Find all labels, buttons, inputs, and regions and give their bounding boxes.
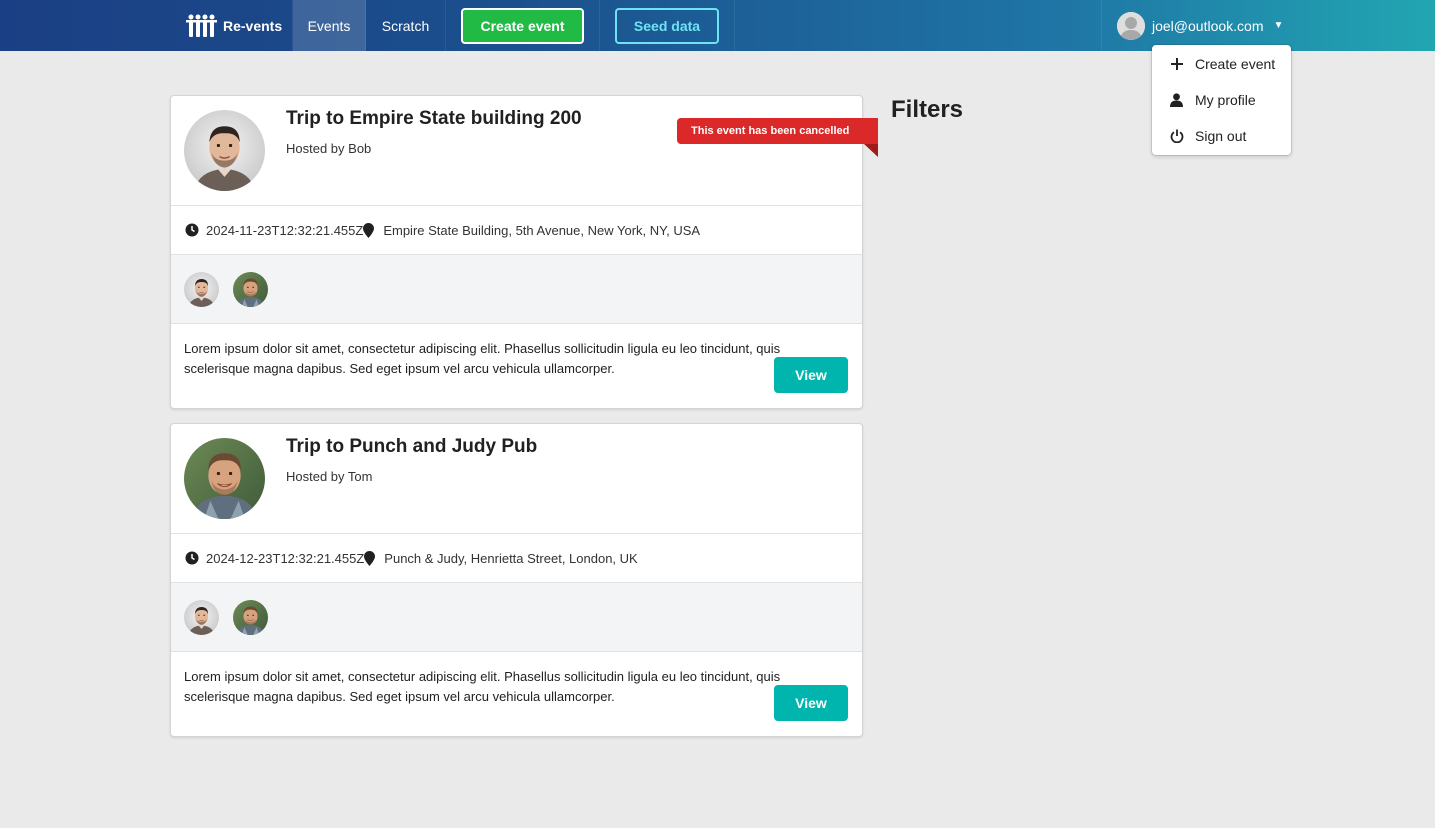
event-list-item: Trip to Empire State building 200 Hosted…: [170, 95, 878, 409]
attendee-list: [171, 254, 862, 324]
dropdown-item-label: Create event: [1195, 56, 1276, 72]
attendee-avatar[interactable]: [233, 272, 268, 307]
user-email: joel@outlook.com: [1152, 17, 1264, 34]
ribbon-fold: [864, 144, 878, 157]
chevron-down-icon: ▼: [1273, 20, 1284, 31]
event-header: Trip to Empire State building 200 Hosted…: [171, 96, 878, 205]
map-marker-icon: [363, 222, 375, 238]
event-host: Hosted by Tom: [286, 469, 373, 484]
top-navbar: Re-vents Events Scratch Create event See…: [0, 0, 1435, 51]
seed-data-button[interactable]: Seed data: [615, 7, 719, 44]
event-date: 2024-11-23T12:32:21.455Z: [206, 222, 364, 238]
dropdown-item-my-profile[interactable]: My profile: [1152, 82, 1291, 118]
nav-seed-data-wrapper: Seed data: [600, 0, 735, 51]
clock-icon: [185, 551, 199, 565]
attendee-avatar[interactable]: [184, 272, 219, 307]
nav-item-scratch[interactable]: Scratch: [366, 0, 446, 51]
dropdown-item-label: My profile: [1195, 92, 1256, 108]
brand-name: Re-vents: [223, 17, 283, 34]
host-avatar[interactable]: [184, 438, 265, 519]
host-avatar[interactable]: [184, 110, 265, 191]
event-description: Lorem ipsum dolor sit amet, consectetur …: [184, 669, 781, 704]
event-meta: 2024-12-23T12:32:21.455Z Punch & Judy, H…: [171, 533, 862, 582]
event-venue: Punch & Judy, Henrietta Street, London, …: [384, 550, 638, 566]
nav-item-events[interactable]: Events: [293, 0, 366, 51]
view-button[interactable]: View: [774, 357, 848, 393]
event-venue: Empire State Building, 5th Avenue, New Y…: [383, 222, 701, 238]
event-title[interactable]: Trip to Empire State building 200: [286, 108, 582, 130]
event-header: Trip to Punch and Judy Pub Hosted by Tom: [171, 424, 862, 533]
create-event-button[interactable]: Create event: [461, 7, 584, 44]
event-description: Lorem ipsum dolor sit amet, consectetur …: [184, 341, 781, 376]
brand-link[interactable]: Re-vents: [176, 0, 293, 51]
user-avatar: [1117, 11, 1145, 40]
attendee-avatar[interactable]: [184, 600, 219, 635]
event-list-item: Trip to Punch and Judy Pub Hosted by Tom…: [170, 423, 863, 737]
logo-icon: [186, 14, 217, 37]
power-icon: [1169, 129, 1184, 143]
event-host: Hosted by Bob: [286, 141, 372, 156]
event-meta: 2024-11-23T12:32:21.455Z Empire State Bu…: [171, 205, 862, 254]
dropdown-item-create-event[interactable]: Create event: [1152, 46, 1291, 82]
map-marker-icon: [364, 550, 376, 566]
clock-icon: [185, 223, 199, 237]
event-date: 2024-12-23T12:32:21.455Z: [206, 550, 365, 566]
event-description-segment: Lorem ipsum dolor sit amet, consectetur …: [171, 324, 862, 409]
view-button[interactable]: View: [774, 685, 848, 721]
user-menu-trigger[interactable]: joel@outlook.com ▼: [1101, 0, 1291, 51]
attendee-list: [171, 582, 862, 652]
plus-icon: [1169, 58, 1184, 70]
cancelled-ribbon: This event has been cancelled: [677, 118, 878, 144]
nav-create-event-wrapper: Create event: [446, 0, 600, 51]
dropdown-item-sign-out[interactable]: Sign out: [1152, 118, 1291, 154]
event-description-segment: Lorem ipsum dolor sit amet, consectetur …: [171, 652, 862, 737]
nav-events-label: Events: [307, 17, 351, 34]
user-icon: [1169, 93, 1184, 107]
nav-scratch-label: Scratch: [381, 17, 430, 34]
event-title[interactable]: Trip to Punch and Judy Pub: [286, 436, 537, 458]
dropdown-item-label: Sign out: [1195, 128, 1247, 144]
attendee-avatar[interactable]: [233, 600, 268, 635]
user-dropdown-menu: Create event My profile Sign out: [1152, 45, 1291, 155]
filters-heading: Filters: [891, 96, 964, 123]
